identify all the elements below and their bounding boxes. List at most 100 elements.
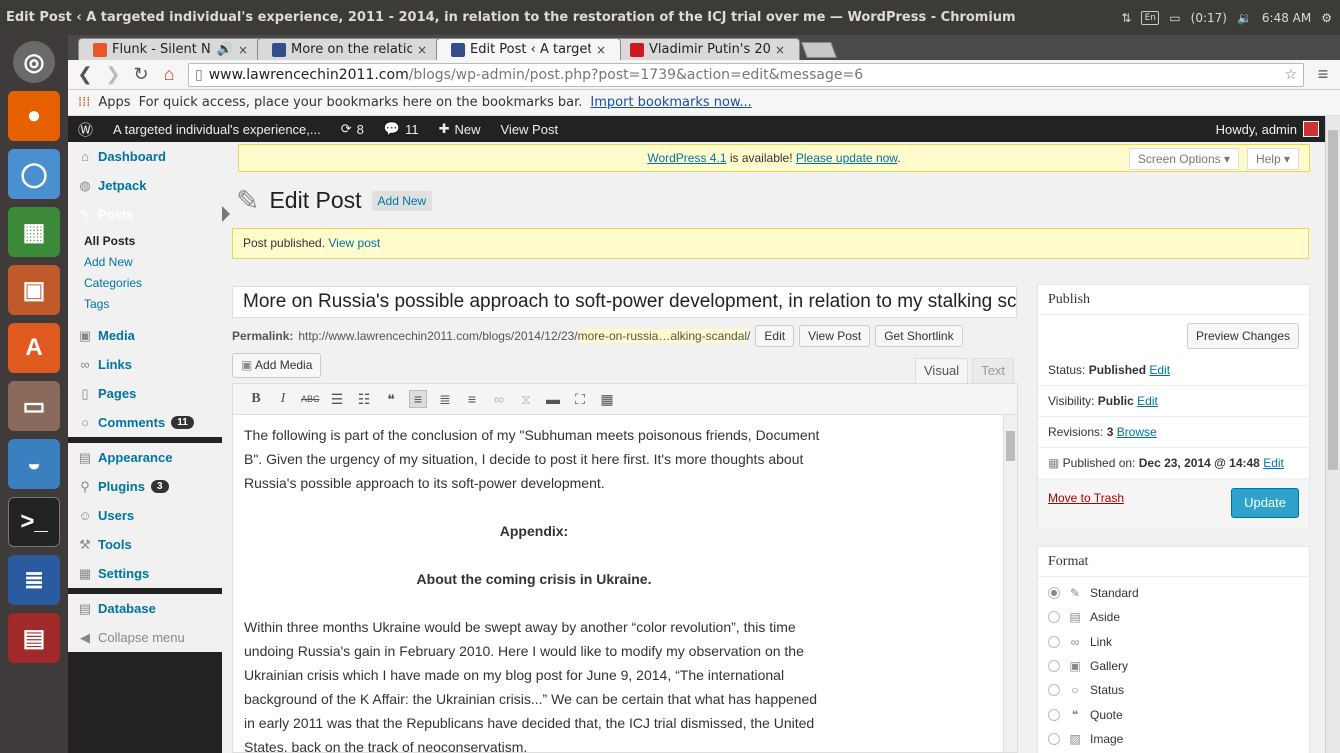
menu-dashboard[interactable]: ⌂ Dashboard [68,142,222,171]
close-icon[interactable]: × [238,43,248,57]
post-title-input[interactable]: More on Russia's possible approach to so… [232,286,1017,318]
format-option-status[interactable]: ○ Status [1038,678,1309,702]
numbered-list-icon[interactable]: ☷ [355,391,373,408]
address-bar[interactable]: ▯ www.lawrencechin2011.com/blogs/wp-admi… [188,62,1304,87]
submenu-all-posts[interactable]: All Posts [84,231,222,252]
radio-button[interactable] [1048,587,1060,600]
menu-media[interactable]: ▣ Media [68,321,222,350]
edit-date-link[interactable]: Edit [1263,456,1284,470]
help-button[interactable]: Help ▾ [1246,148,1299,170]
fullscreen-icon[interactable]: ⛶ [571,391,589,408]
firefox-icon[interactable]: ● [8,91,60,141]
volume-icon[interactable]: 🔉 [1237,11,1252,25]
unlink-icon[interactable]: ⧖ [517,391,535,408]
browser-tab-active[interactable]: Edit Post ‹ A targete × [436,38,621,60]
edit-visibility-link[interactable]: Edit [1137,394,1158,408]
chromium-icon[interactable]: ◯ [8,149,60,199]
collapse-menu[interactable]: ◀ Collapse menu [68,623,222,652]
format-option-quote[interactable]: ❝ Quote [1038,702,1309,726]
editor-body[interactable]: The following is part of the conclusion … [244,423,824,752]
add-new-button[interactable]: Add New [371,190,433,211]
browser-tab[interactable]: Vladimir Putin's 201 × [615,38,800,60]
menu-comments[interactable]: ○ Comments 11 [68,408,222,437]
close-icon[interactable]: × [417,43,427,57]
menu-links[interactable]: ∞ Links [68,350,222,379]
file-manager-icon[interactable]: ▭ [8,381,60,431]
radio-button[interactable] [1048,732,1060,745]
view-post-item[interactable]: View Post [491,122,569,137]
wp-version-link[interactable]: WordPress 4.1 [647,151,726,165]
update-now-link[interactable]: Please update now [796,151,897,165]
radio-button[interactable] [1048,635,1060,648]
scrollbar-thumb[interactable] [1006,431,1015,461]
add-media-button[interactable]: ▣ Add Media [232,353,322,378]
kitchen-sink-icon[interactable]: ▦ [598,391,616,408]
read-more-icon[interactable]: ▬ [544,391,562,407]
apps-icon[interactable]: ⁞⁞⁞ [78,95,90,110]
strikethrough-icon[interactable]: ABC [301,394,320,404]
menu-users[interactable]: ☺ Users [68,501,222,530]
new-tab-button[interactable] [801,42,837,58]
italic-icon[interactable]: I [274,391,292,407]
reload-icon[interactable]: ↻ [132,64,150,85]
insert-link-icon[interactable]: ∞ [490,391,508,407]
screen-options-button[interactable]: Screen Options ▾ [1128,148,1239,170]
menu-icon[interactable]: ≡ [1314,64,1332,85]
new-content-item[interactable]: ✚ New [429,121,491,137]
network-icon[interactable]: ⇅ [1121,11,1131,25]
clock[interactable]: 6:48 AM [1262,11,1311,25]
update-button[interactable]: Update [1231,488,1299,518]
menu-posts[interactable]: ✎ Posts [68,200,230,229]
browser-tab[interactable]: Flunk - Silent Nigh 🔊 × [78,38,263,60]
submenu-tags[interactable]: Tags [84,294,222,315]
tab-text[interactable]: Text [972,358,1015,383]
stacked-windows-icon[interactable]: ▤ [8,613,60,663]
format-option-image[interactable]: ▨ Image [1038,727,1309,751]
menu-settings[interactable]: ▦ Settings [68,559,222,588]
blockquote-icon[interactable]: ❝ [382,391,400,408]
align-left-icon[interactable]: ≡ [409,390,427,408]
terminal-icon[interactable]: >_ [8,497,60,547]
radio-button[interactable] [1048,611,1060,624]
home-icon[interactable]: ⌂ [160,64,178,85]
writer-icon[interactable]: ≣ [8,555,60,605]
browse-revisions-link[interactable]: Browse [1117,425,1157,439]
settings-app-icon[interactable]: ◒ [8,439,60,489]
move-to-trash-link[interactable]: Move to Trash [1048,491,1124,505]
wordpress-logo-icon[interactable]: Ⓦ [68,119,103,140]
avatar[interactable] [1303,121,1319,137]
menu-plugins[interactable]: ⚲ Plugins 3 [68,472,222,501]
presentation-icon[interactable]: ▣ [8,265,60,315]
menu-jetpack[interactable]: ◍ Jetpack [68,171,222,200]
howdy-admin[interactable]: Howdy, admin [1216,122,1297,137]
get-shortlink-button[interactable]: Get Shortlink [875,325,963,347]
format-option-aside[interactable]: ▤ Aside [1038,605,1309,629]
bullet-list-icon[interactable]: ☰ [328,391,346,408]
battery-time[interactable]: (0:17) [1191,11,1227,25]
close-icon[interactable]: × [775,43,785,57]
format-option-link[interactable]: ∞ Link [1038,630,1309,654]
preview-changes-button[interactable]: Preview Changes [1186,323,1299,349]
radio-button[interactable] [1048,708,1060,721]
edit-status-link[interactable]: Edit [1149,363,1170,377]
apps-link[interactable]: Apps [98,95,130,110]
site-name[interactable]: A targeted individual's experience,... [103,122,331,137]
format-option-standard[interactable]: ✎ Standard [1038,581,1309,605]
menu-tools[interactable]: ⚒ Tools [68,530,222,559]
menu-appearance[interactable]: ▤ Appearance [68,443,222,472]
menu-pages[interactable]: ▯ Pages [68,379,222,408]
import-bookmarks-link[interactable]: Import bookmarks now... [590,95,751,110]
post-content-editor[interactable]: The following is part of the conclusion … [232,415,1018,753]
radio-button[interactable] [1048,660,1060,673]
back-icon[interactable]: ❮ [76,64,94,85]
keyboard-layout[interactable]: En [1141,10,1160,25]
editor-scrollbar[interactable] [1003,415,1017,752]
forward-icon[interactable]: ❯ [104,64,122,85]
submenu-add-new[interactable]: Add New [84,252,222,273]
view-post-button[interactable]: View Post [799,325,871,347]
browser-tab[interactable]: More on the relatior × [257,38,442,60]
scrollbar-thumb[interactable] [1328,130,1338,470]
star-icon[interactable]: ☆ [1284,67,1297,83]
align-right-icon[interactable]: ≡ [463,391,481,407]
spreadsheet-icon[interactable]: ▦ [8,207,60,257]
